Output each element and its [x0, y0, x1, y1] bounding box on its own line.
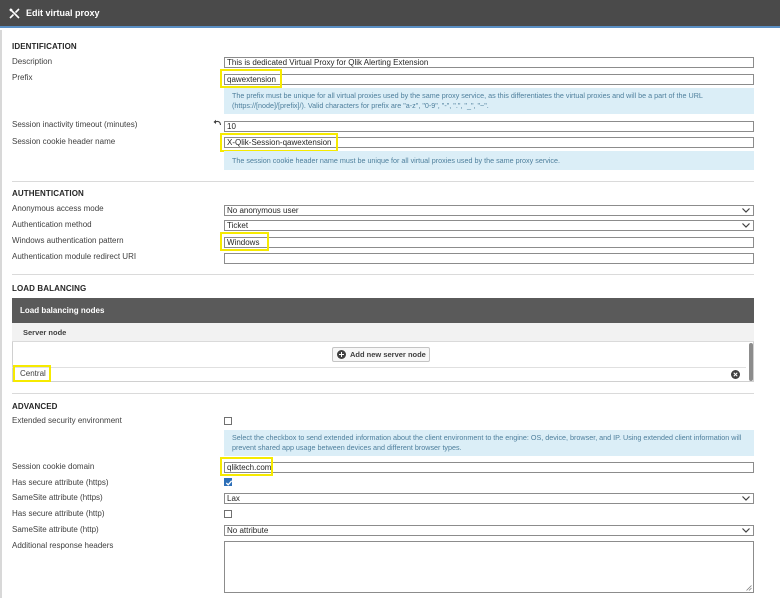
add-server-node-button[interactable]: Add new server node: [332, 347, 430, 362]
secure-https-checkbox[interactable]: [224, 478, 233, 486]
add-server-node-label: Add new server node: [350, 350, 426, 359]
secure-http-checkbox[interactable]: [224, 510, 232, 518]
anonymous-access-value: No anonymous user: [227, 206, 299, 215]
prefix-info-box: The prefix must be unique for all virtua…: [224, 88, 754, 114]
samesite-http-value: No attribute: [227, 526, 269, 535]
description-input[interactable]: This is dedicated Virtual Proxy for Qlik…: [224, 57, 754, 68]
divider: [12, 181, 754, 182]
undo-icon[interactable]: [213, 119, 222, 127]
response-headers-label: Additional response headers: [12, 541, 114, 550]
timeout-label: Session inactivity timeout (minutes): [12, 120, 138, 129]
highlight-cookie-header: [220, 133, 338, 152]
window-title: Edit virtual proxy: [26, 8, 100, 18]
ext-security-info-box: Select the checkbox to send extended inf…: [224, 430, 754, 456]
section-title-identification: IDENTIFICATION: [12, 42, 77, 51]
ext-security-checkbox[interactable]: [224, 417, 232, 425]
secure-http-label: Has secure attribute (http): [12, 509, 105, 518]
check-icon: [225, 480, 233, 486]
server-node-column-header[interactable]: Server node: [12, 323, 754, 342]
samesite-https-select[interactable]: Lax: [224, 493, 754, 504]
description-label: Description: [12, 57, 53, 66]
cookie-domain-input[interactable]: qliktech.com: [224, 462, 754, 473]
chevron-down-icon: [742, 223, 750, 228]
section-title-load-balancing: LOAD BALANCING: [12, 284, 87, 293]
prefix-label: Prefix: [12, 73, 33, 82]
cookie-header-info-box: The session cookie header name must be u…: [224, 151, 754, 170]
highlight-windows-pattern: [220, 232, 269, 251]
response-headers-textarea[interactable]: [224, 541, 754, 593]
close-circle-icon[interactable]: [731, 370, 740, 379]
tools-icon: [8, 7, 20, 19]
samesite-http-select[interactable]: No attribute: [224, 525, 754, 536]
samesite-https-label: SameSite attribute (https): [12, 493, 103, 502]
anonymous-access-select[interactable]: No anonymous user: [224, 205, 754, 216]
chevron-down-icon: [742, 208, 750, 213]
chevron-down-icon: [742, 528, 750, 533]
windows-pattern-label: Windows authentication pattern: [12, 236, 124, 245]
table-row[interactable]: [12, 367, 746, 382]
cookie-domain-label: Session cookie domain: [12, 462, 95, 471]
chevron-down-icon: [742, 496, 750, 501]
window-titlebar: Edit virtual proxy: [0, 0, 780, 28]
scrollbar[interactable]: [749, 343, 753, 381]
prefix-input[interactable]: qawextension: [224, 74, 754, 85]
ext-security-label: Extended security environment: [12, 416, 122, 425]
left-border: [0, 30, 2, 598]
highlight-prefix: [220, 69, 282, 88]
timeout-input[interactable]: 10: [224, 121, 754, 132]
section-title-authentication: AUTHENTICATION: [12, 189, 84, 198]
anonymous-access-label: Anonymous access mode: [12, 204, 104, 213]
redirect-uri-label: Authentication module redirect URI: [12, 252, 137, 261]
highlight-server-node: [13, 365, 51, 382]
highlight-cookie-domain: [220, 457, 273, 476]
samesite-http-label: SameSite attribute (http): [12, 525, 99, 534]
load-balancing-header: Load balancing nodes: [12, 298, 754, 323]
cookie-header-label: Session cookie header name: [12, 137, 116, 146]
redirect-uri-input[interactable]: [224, 253, 754, 264]
samesite-https-value: Lax: [227, 494, 240, 503]
windows-pattern-input[interactable]: Windows: [224, 237, 754, 248]
auth-method-select[interactable]: Ticket: [224, 220, 754, 231]
resize-grip-icon[interactable]: [746, 585, 752, 591]
plus-circle-icon: [337, 350, 346, 359]
section-title-advanced: ADVANCED: [12, 402, 58, 411]
auth-method-label: Authentication method: [12, 220, 92, 229]
secure-https-label: Has secure attribute (https): [12, 478, 109, 487]
divider: [12, 393, 754, 394]
divider: [12, 274, 754, 275]
auth-method-value: Ticket: [227, 221, 249, 230]
